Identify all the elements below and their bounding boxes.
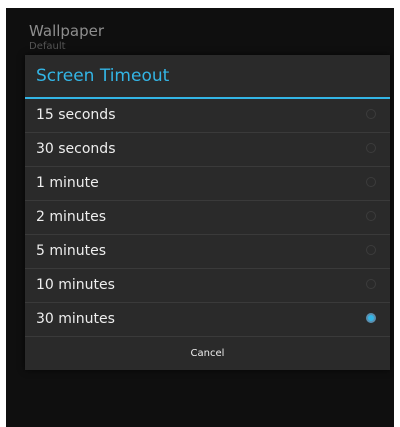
radio-button-icon[interactable] bbox=[366, 177, 376, 187]
option-label: 30 minutes bbox=[36, 311, 115, 327]
option-label: 2 minutes bbox=[36, 209, 107, 225]
radio-button-icon[interactable] bbox=[366, 211, 376, 221]
timeout-option-5-minutes[interactable]: 5 minutes bbox=[25, 235, 390, 269]
wallpaper-title: Wallpaper bbox=[29, 22, 105, 40]
timeout-option-30-minutes[interactable]: 30 minutes bbox=[25, 303, 390, 337]
radio-button-checked-icon[interactable] bbox=[366, 313, 376, 323]
device-screen: Wallpaper Default Screen Timeout 15 seco… bbox=[6, 8, 394, 427]
timeout-options-list: 15 seconds 30 seconds 1 minute 2 minutes… bbox=[25, 99, 390, 337]
option-label: 15 seconds bbox=[36, 107, 116, 123]
screen-timeout-dialog: Screen Timeout 15 seconds 30 seconds 1 m… bbox=[25, 55, 390, 370]
timeout-option-2-minutes[interactable]: 2 minutes bbox=[25, 201, 390, 235]
timeout-option-15-seconds[interactable]: 15 seconds bbox=[25, 99, 390, 133]
option-label: 5 minutes bbox=[36, 243, 107, 259]
radio-button-icon[interactable] bbox=[366, 245, 376, 255]
timeout-option-1-minute[interactable]: 1 minute bbox=[25, 167, 390, 201]
radio-button-icon[interactable] bbox=[366, 109, 376, 119]
option-label: 10 minutes bbox=[36, 277, 115, 293]
radio-button-icon[interactable] bbox=[366, 279, 376, 289]
timeout-option-10-minutes[interactable]: 10 minutes bbox=[25, 269, 390, 303]
wallpaper-setting-item[interactable]: Wallpaper Default bbox=[29, 22, 104, 53]
cancel-button[interactable]: Cancel bbox=[25, 337, 390, 370]
radio-button-icon[interactable] bbox=[366, 143, 376, 153]
timeout-option-30-seconds[interactable]: 30 seconds bbox=[25, 133, 390, 167]
option-label: 30 seconds bbox=[36, 141, 116, 157]
dialog-header: Screen Timeout bbox=[25, 55, 390, 99]
dialog-title: Screen Timeout bbox=[36, 66, 170, 86]
wallpaper-subtitle: Default bbox=[29, 41, 66, 52]
option-label: 1 minute bbox=[36, 175, 99, 191]
